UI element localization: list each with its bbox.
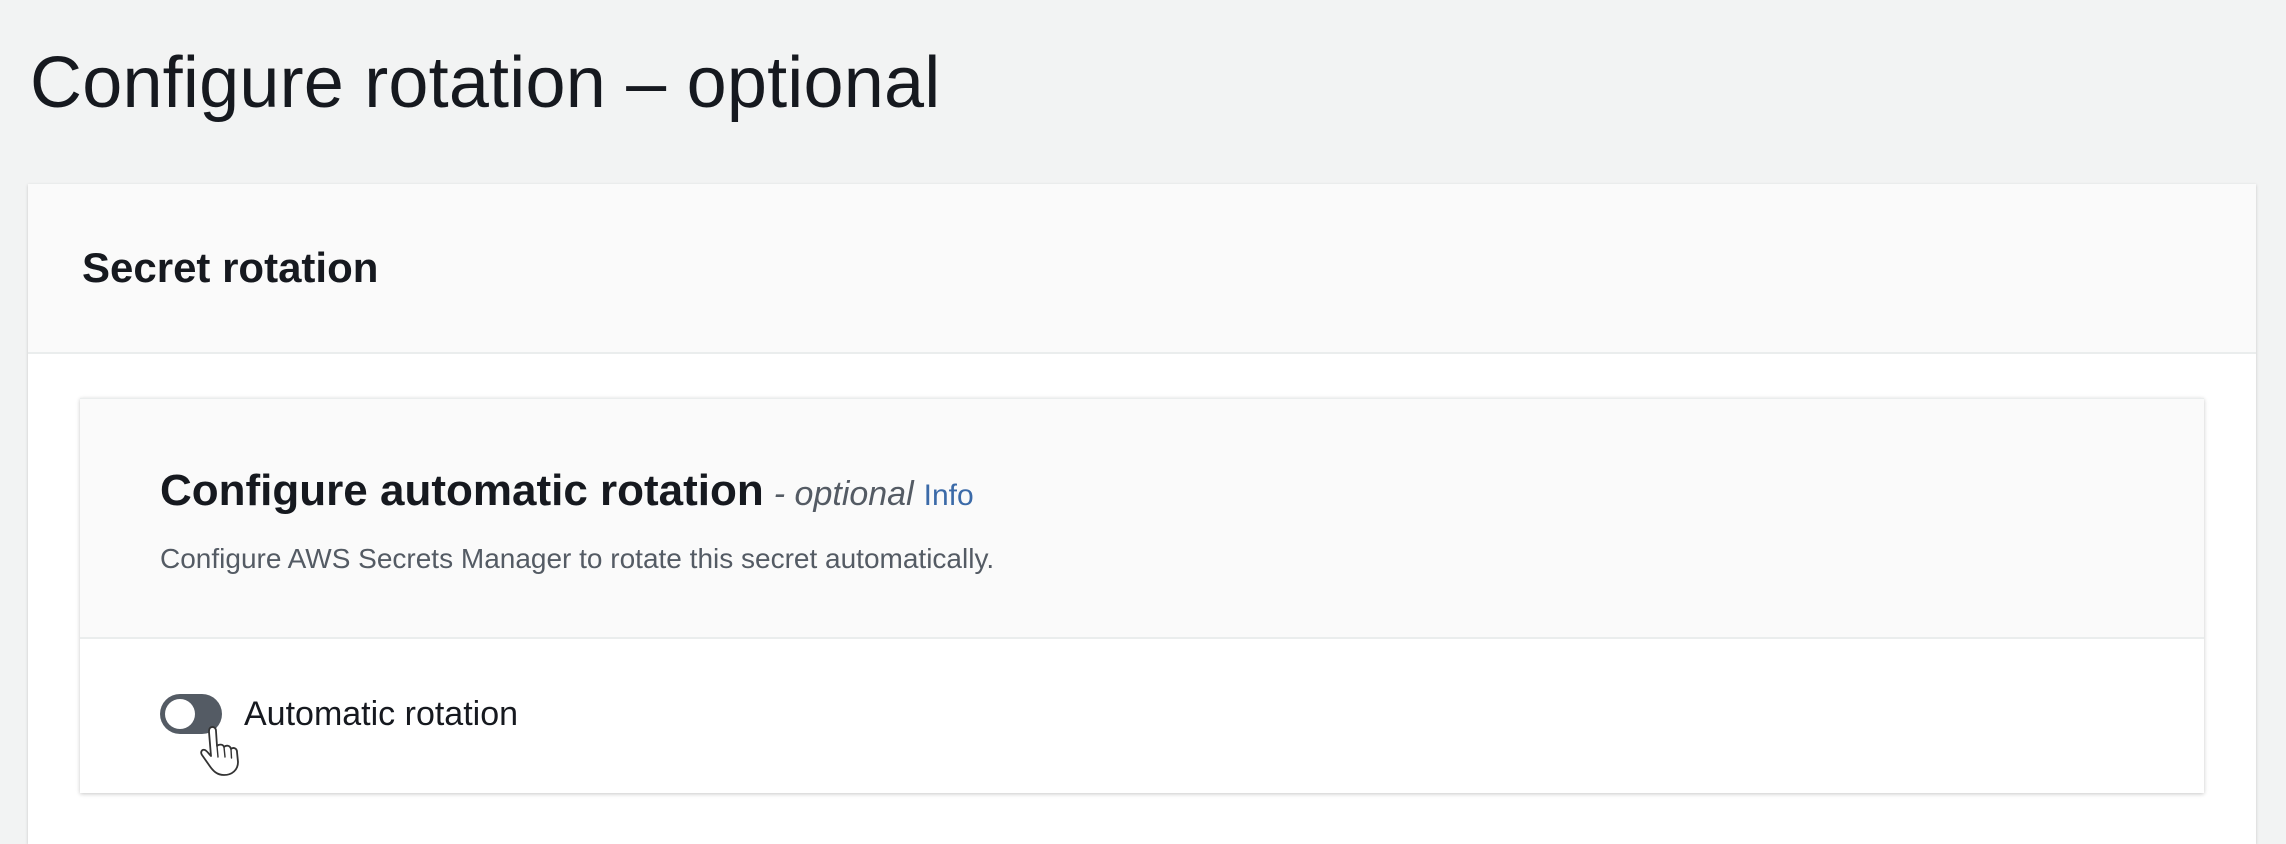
- automatic-rotation-container: Configure automatic rotation - optional In…: [80, 398, 2204, 793]
- automatic-rotation-title-row: Configure automatic rotation - optional In…: [160, 461, 974, 531]
- automatic-rotation-header: Configure automatic rotation - optional In…: [80, 399, 2204, 639]
- automatic-rotation-toggle[interactable]: [160, 694, 222, 734]
- page-title: Configure rotation – optional: [30, 43, 941, 123]
- automatic-rotation-description: Configure AWS Secrets Manager to rotate …: [160, 543, 995, 574]
- secret-rotation-panel: Secret rotation Configure automatic rota…: [28, 184, 2256, 844]
- secret-rotation-title: Secret rotation: [82, 244, 379, 291]
- toggle-knob: [165, 699, 195, 729]
- optional-label: - optional: [773, 475, 914, 513]
- info-link[interactable]: Info: [924, 479, 974, 512]
- automatic-rotation-title: Configure automatic rotation: [160, 466, 764, 515]
- automatic-rotation-label[interactable]: Automatic rotation: [244, 695, 518, 734]
- automatic-rotation-toggle-row: Automatic rotation: [160, 689, 518, 739]
- secret-rotation-panel-header: Secret rotation: [28, 184, 2256, 354]
